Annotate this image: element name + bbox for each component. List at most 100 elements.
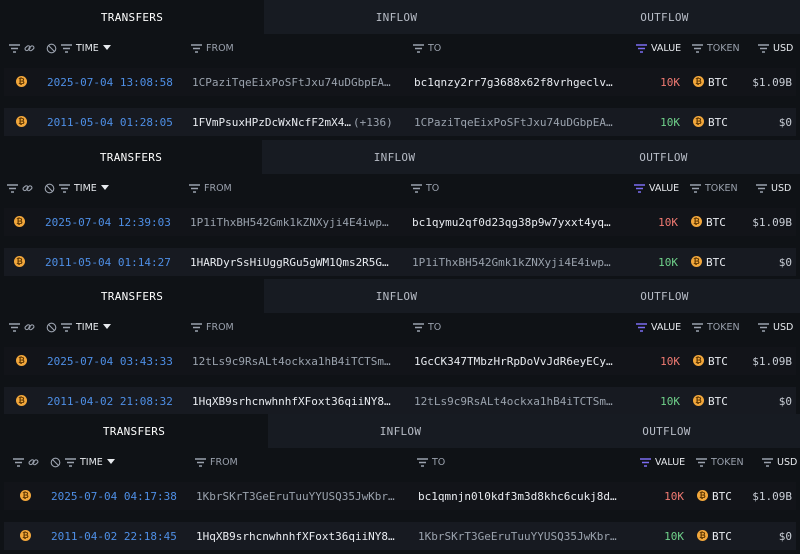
transfer-time[interactable]: 2025-07-04 03:43:33 (47, 347, 173, 375)
from-address[interactable]: 1P1iThxBH542Gmk1kZNXyji4E4iwp… (190, 208, 405, 236)
filter-icon[interactable] (195, 457, 206, 467)
to-address[interactable]: bc1qymu2qf0d23qg38p9w7yxxt4yq… (412, 208, 630, 236)
tab-inflow[interactable]: INFLOW (262, 140, 527, 174)
link-icon[interactable] (24, 43, 35, 54)
link-icon[interactable] (22, 183, 33, 194)
hide-icon[interactable] (44, 183, 55, 194)
to-address[interactable]: bc1qmnjn0l0kdf3m3d8khc6cukj8d… (418, 482, 636, 510)
filter-icon[interactable] (417, 457, 428, 467)
tab-inflow[interactable]: INFLOW (264, 0, 529, 34)
tab-inflow[interactable]: INFLOW (264, 279, 529, 313)
tab-transfers[interactable]: TRANSFERS (0, 0, 264, 34)
hide-icon[interactable] (46, 322, 57, 333)
transfer-row[interactable]: ₿ 2011-05-04 01:28:05 1FVmPsuxHPzDcWxNcfF2… (4, 108, 796, 136)
filter-icon[interactable] (640, 457, 651, 467)
tab-transfers[interactable]: TRANSFERS (0, 279, 264, 313)
tab-transfers[interactable]: TRANSFERS (0, 414, 268, 448)
from-address[interactable]: 1HqXB9srhcnwhnhfXFoxt36qiiNY8… (196, 522, 411, 550)
transfer-row[interactable]: ₿ 2025-07-04 04:17:38 1KbrSKrT3GeEruTuuYYU… (4, 482, 796, 510)
filter-icon[interactable] (758, 43, 769, 53)
transfer-row[interactable]: ₿ 2011-04-02 21:08:32 1HqXB9srhcnwhnhfXFox… (4, 387, 796, 415)
tab-transfers[interactable]: TRANSFERS (0, 140, 262, 174)
token-column-header[interactable]: TOKEN (690, 174, 738, 202)
filter-icon[interactable] (634, 183, 645, 193)
hide-icon[interactable] (46, 43, 57, 54)
to-address[interactable]: 1GcCK347TMbzHrRpDoVvJdR6eyECy… (414, 347, 632, 375)
from-address[interactable]: 1KbrSKrT3GeEruTuuYYUSQ35JwKbr… (196, 482, 411, 510)
usd-column-header[interactable]: USD (756, 174, 791, 202)
time-column-header[interactable]: TIME (46, 313, 111, 341)
token-column-header[interactable]: TOKEN (696, 448, 744, 476)
token-column-header[interactable]: TOKEN (692, 34, 740, 62)
time-column-header[interactable]: TIME (44, 174, 109, 202)
from-column-header[interactable]: FROM (189, 174, 232, 202)
sort-down-icon[interactable] (102, 45, 111, 51)
from-address[interactable]: 1CPaziTqeEixPoSFtJxu74uDGbpEA… (192, 68, 407, 96)
filter-icon[interactable] (7, 183, 18, 193)
tab-outflow[interactable]: OUTFLOW (529, 279, 800, 313)
value-column-header[interactable]: VALUE (636, 34, 681, 62)
token-symbol[interactable]: BTC (708, 108, 728, 136)
transfer-time[interactable]: 2011-05-04 01:14:27 (45, 248, 171, 276)
tab-outflow[interactable]: OUTFLOW (533, 414, 800, 448)
from-column-header[interactable]: FROM (191, 34, 234, 62)
token-symbol[interactable]: BTC (708, 387, 728, 415)
sort-down-icon[interactable] (102, 324, 111, 330)
filter-icon[interactable] (756, 183, 767, 193)
filter-icon[interactable] (191, 322, 202, 332)
to-column-header[interactable]: TO (411, 174, 439, 202)
filter-icon[interactable] (636, 43, 647, 53)
transfer-time[interactable]: 2011-04-02 21:08:32 (47, 387, 173, 415)
to-address[interactable]: 1P1iThxBH542Gmk1kZNXyji4E4iwp… (412, 248, 630, 276)
filter-icon[interactable] (692, 43, 703, 53)
filter-icon[interactable] (191, 43, 202, 53)
filter-icon[interactable] (762, 457, 773, 467)
filter-icon[interactable] (9, 322, 20, 332)
sort-down-icon[interactable] (100, 185, 109, 191)
to-address[interactable]: 12tLs9c9RsALt4ockxa1hB4iTCTSm… (414, 387, 632, 415)
usd-column-header[interactable]: USD (762, 448, 797, 476)
transfer-row[interactable]: ₿ 2025-07-04 03:43:33 12tLs9c9RsALt4ockxa1… (4, 347, 796, 375)
filter-icon[interactable] (696, 457, 707, 467)
filter-icon[interactable] (636, 322, 647, 332)
filter-icon[interactable] (413, 43, 424, 53)
usd-column-header[interactable]: USD (758, 313, 793, 341)
transfer-row[interactable]: ₿ 2025-07-04 13:08:58 1CPaziTqeEixPoSFtJxu… (4, 68, 796, 96)
from-address[interactable]: 1HqXB9srhcnwhnhfXFoxt36qiiNY8… (192, 387, 407, 415)
link-icon[interactable] (24, 322, 35, 333)
transfer-time[interactable]: 2011-04-02 22:18:45 (51, 522, 177, 550)
token-column-header[interactable]: TOKEN (692, 313, 740, 341)
tab-outflow[interactable]: OUTFLOW (529, 0, 800, 34)
to-column-header[interactable]: TO (413, 34, 441, 62)
transfer-row[interactable]: ₿ 2025-07-04 12:39:03 1P1iThxBH542Gmk1kZNX… (4, 208, 796, 236)
from-address[interactable]: 1FVmPsuxHPzDcWxNcfF2mX4… (+136) (192, 108, 407, 136)
tab-outflow[interactable]: OUTFLOW (527, 140, 800, 174)
hide-icon[interactable] (50, 457, 61, 468)
time-column-header[interactable]: TIME (50, 448, 115, 476)
tab-inflow[interactable]: INFLOW (268, 414, 533, 448)
from-column-header[interactable]: FROM (195, 448, 238, 476)
filter-icon[interactable] (189, 183, 200, 193)
filter-icon[interactable] (413, 322, 424, 332)
transfer-time[interactable]: 2011-05-04 01:28:05 (47, 108, 173, 136)
usd-column-header[interactable]: USD (758, 34, 793, 62)
token-symbol[interactable]: BTC (712, 482, 732, 510)
filter-icon[interactable] (13, 457, 24, 467)
value-column-header[interactable]: VALUE (636, 313, 681, 341)
filter-icon[interactable] (65, 457, 76, 467)
value-column-header[interactable]: VALUE (640, 448, 685, 476)
transfer-row[interactable]: ₿ 2011-04-02 22:18:45 1HqXB9srhcnwhnhfXFox… (4, 522, 796, 550)
time-column-header[interactable]: TIME (46, 34, 111, 62)
link-icon[interactable] (28, 457, 39, 468)
filter-icon[interactable] (61, 322, 72, 332)
filter-icon[interactable] (411, 183, 422, 193)
filter-icon[interactable] (758, 322, 769, 332)
token-symbol[interactable]: BTC (708, 68, 728, 96)
token-symbol[interactable]: BTC (712, 522, 732, 550)
token-symbol[interactable]: BTC (706, 248, 726, 276)
to-address[interactable]: 1CPaziTqeEixPoSFtJxu74uDGbpEA… (414, 108, 632, 136)
to-address[interactable]: bc1qnzy2rr7g3688x62f8vrhgeclv… (414, 68, 632, 96)
filter-icon[interactable] (59, 183, 70, 193)
token-symbol[interactable]: BTC (706, 208, 726, 236)
from-address[interactable]: 1HARDyrSsHiUggRGu5gWM1Qms2R5G… (190, 248, 405, 276)
